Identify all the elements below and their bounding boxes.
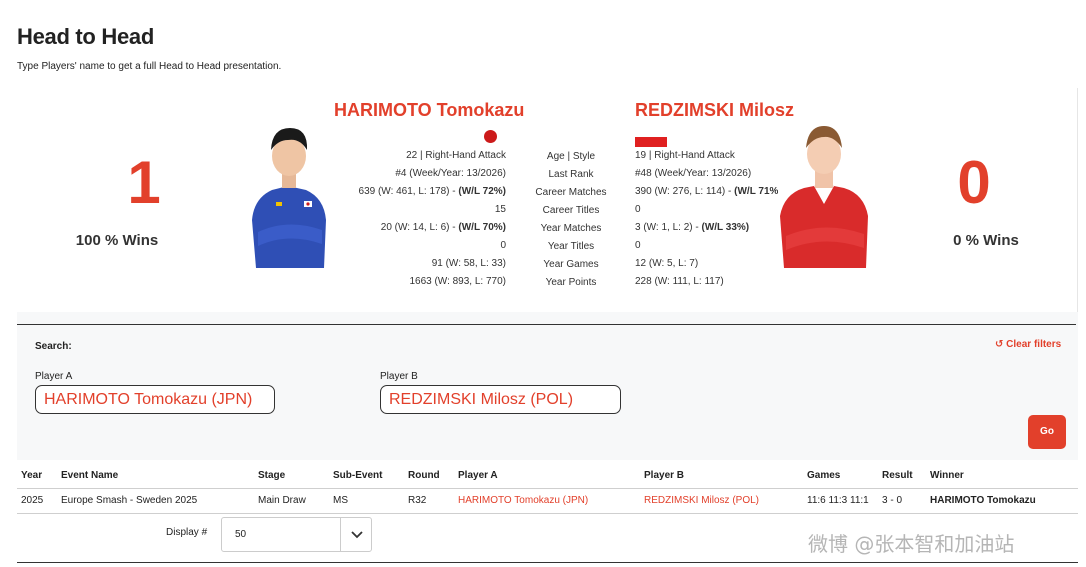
cell-player-a-link[interactable]: HARIMOTO Tomokazu (JPN) bbox=[458, 495, 588, 506]
stat-label: Year Games bbox=[543, 259, 599, 270]
cell-player-b-link[interactable]: REDZIMSKI Milosz (POL) bbox=[644, 495, 759, 506]
column-header-winner: Winner bbox=[930, 470, 964, 481]
player-a-year-games: 91 (W: 58, L: 33) bbox=[431, 258, 506, 269]
player-a-wins-label: 100 % Wins bbox=[75, 232, 159, 249]
table-row-divider bbox=[17, 513, 1078, 514]
stat-label: Year Points bbox=[545, 277, 597, 288]
player-b-input[interactable]: REDZIMSKI Milosz (POL) bbox=[380, 385, 621, 414]
clear-filters-button[interactable]: ↺ Clear filters bbox=[995, 339, 1061, 350]
player-b-field-label: Player B bbox=[380, 371, 418, 382]
column-header-games: Games bbox=[807, 470, 841, 481]
table-header-divider bbox=[17, 488, 1078, 489]
stat-label: Last Rank bbox=[548, 169, 594, 180]
player-a-stats: 22 | Right-Hand Attack #4 (Week/Year: 13… bbox=[340, 147, 506, 291]
player-a-photo bbox=[248, 120, 330, 268]
player-b-year-wl: (W/L 33%) bbox=[701, 222, 750, 233]
cell-games: 11:6 11:3 11:1 bbox=[807, 495, 869, 506]
clear-filters-label: Clear filters bbox=[1006, 339, 1062, 350]
player-a-field-label: Player A bbox=[35, 371, 73, 382]
stat-label: Age | Style bbox=[546, 151, 596, 162]
stat-labels: Age | Style Last Rank Career Matches Car… bbox=[521, 148, 621, 292]
player-b-age-style: 19 | Right-Hand Attack bbox=[635, 150, 735, 161]
player-a-career-wl: (W/L 72%) bbox=[458, 186, 506, 197]
player-a-year-titles: 0 bbox=[500, 240, 506, 251]
player-b-photo bbox=[778, 120, 870, 268]
column-header-stage: Stage bbox=[258, 470, 286, 481]
player-b-wins-label: 0 % Wins bbox=[953, 232, 1019, 249]
cell-stage: Main Draw bbox=[258, 495, 306, 506]
table-bottom-border bbox=[17, 562, 1078, 563]
player-b-year-points: 228 (W: 111, L: 117) bbox=[635, 276, 724, 287]
column-header-year: Year bbox=[21, 470, 43, 481]
column-header-player-b: Player B bbox=[644, 470, 685, 481]
search-label: Search: bbox=[35, 341, 72, 352]
column-header-sub-event: Sub-Event bbox=[333, 470, 383, 481]
stat-label: Year Titles bbox=[547, 241, 595, 252]
player-b-wins-count: 0 bbox=[957, 149, 991, 216]
go-button[interactable]: Go bbox=[1028, 415, 1066, 449]
stat-label: Career Matches bbox=[535, 187, 607, 198]
cell-winner: HARIMOTO Tomokazu bbox=[930, 495, 1036, 506]
player-b-year-games: 12 (W: 5, L: 7) bbox=[635, 258, 699, 269]
player-a-age-style: 22 | Right-Hand Attack bbox=[406, 150, 506, 161]
player-a-year-points: 1663 (W: 893, L: 770) bbox=[409, 276, 506, 287]
column-header-round: Round bbox=[408, 470, 440, 481]
player-b-career-wl: (W/L 71%) bbox=[734, 186, 782, 197]
cell-round: R32 bbox=[408, 495, 427, 506]
column-header-event-name: Event Name bbox=[61, 470, 119, 481]
player-b-name: REDZIMSKI Milosz bbox=[635, 100, 795, 120]
chevron-down-icon[interactable] bbox=[340, 518, 372, 551]
cell-event-name: Europe Smash - Sweden 2025 bbox=[61, 495, 198, 506]
filters-top-border bbox=[17, 324, 1076, 325]
player-b-career-titles: 0 bbox=[635, 204, 641, 215]
display-count-select[interactable]: 50 bbox=[221, 517, 372, 552]
player-b-year-titles: 0 bbox=[635, 240, 641, 251]
display-count-label: Display # bbox=[166, 527, 208, 538]
reset-icon: ↺ bbox=[995, 339, 1004, 350]
player-a-career-matches: 639 (W: 461, L: 178) - (W/L 72%) bbox=[358, 186, 506, 197]
japan-flag-icon bbox=[484, 130, 497, 143]
player-a-last-rank: #4 (Week/Year: 13/2026) bbox=[395, 168, 506, 179]
page-subtitle: Type Players' name to get a full Head to… bbox=[17, 61, 282, 72]
poland-flag-icon bbox=[635, 137, 667, 147]
divider bbox=[1077, 88, 1078, 318]
player-b-last-rank: #48 (Week/Year: 13/2026) bbox=[635, 168, 752, 179]
cell-result: 3 - 0 bbox=[882, 495, 903, 506]
cell-year: 2025 bbox=[21, 495, 44, 506]
player-a-name: HARIMOTO Tomokazu bbox=[334, 100, 525, 120]
player-a-wins-count: 1 bbox=[127, 149, 161, 216]
stat-label: Career Titles bbox=[542, 205, 600, 216]
column-header-player-a: Player A bbox=[458, 470, 498, 481]
cell-sub-event: MS bbox=[333, 495, 348, 506]
stat-label: Year Matches bbox=[540, 223, 602, 234]
player-a-input[interactable]: HARIMOTO Tomokazu (JPN) bbox=[35, 385, 275, 414]
player-b-career-matches: 390 (W: 276, L: 114) - (W/L 71%) bbox=[635, 186, 782, 197]
player-b-year-matches: 3 (W: 1, L: 2) - (W/L 33%) bbox=[635, 222, 750, 233]
player-b-stats: 19 | Right-Hand Attack #48 (Week/Year: 1… bbox=[635, 147, 795, 291]
column-header-result: Result bbox=[882, 470, 913, 481]
page-title: Head to Head bbox=[17, 24, 154, 49]
display-count-value: 50 bbox=[235, 529, 247, 540]
player-a-career-titles: 15 bbox=[494, 204, 506, 215]
player-a-year-wl: (W/L 70%) bbox=[458, 222, 506, 233]
watermark: 微博 @张本智和加油站 bbox=[808, 532, 1015, 556]
player-a-year-matches: 20 (W: 14, L: 6) - (W/L 70%) bbox=[380, 222, 506, 233]
